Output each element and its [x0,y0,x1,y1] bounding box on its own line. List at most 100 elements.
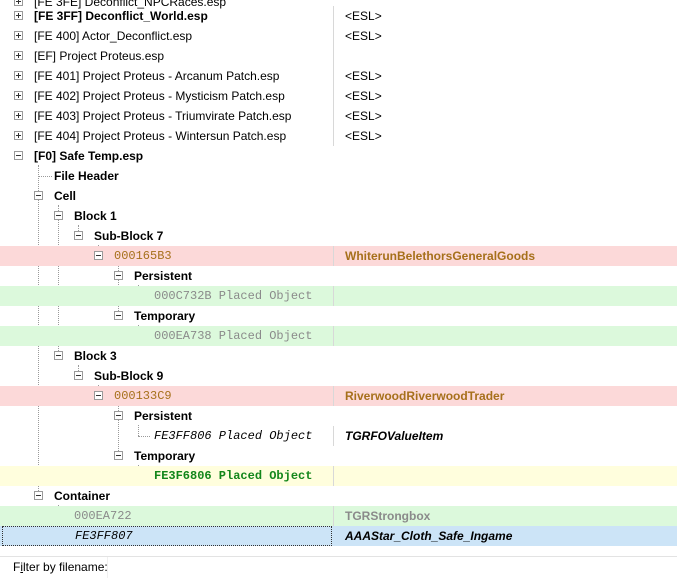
node-label: Temporary [134,309,196,323]
column-divider [333,26,334,46]
column-divider [333,326,334,346]
node-label: File Header [54,169,119,183]
form-id: 000EA722 [74,509,132,523]
filter-label-text: lter by filename: [23,560,108,574]
editor-id: TGRFOValueItem [345,429,444,443]
filter-label: Filter by filename: [13,557,108,578]
column-divider [333,386,334,406]
column-divider [333,506,334,526]
column-divider [333,466,334,486]
filter-bar: Filter by filename: [0,556,677,578]
tree-row-selected[interactable]: FE3FF807 AAAStar_Cloth_Safe_Ingame [0,526,677,546]
collapse-icon[interactable] [114,411,123,420]
editor-id: TGRStrongbox [345,509,431,523]
form-id: 000133C9 [114,389,172,403]
tree-row-plugin[interactable]: [FE 403] Project Proteus - Triumvirate P… [0,106,677,126]
tree-row-record[interactable]: FE3F6806 Placed Object [0,466,677,486]
column-divider [333,126,334,146]
tree-row-block[interactable]: Block 1 [0,206,677,226]
form-id: 000165B3 [114,249,172,263]
expand-icon[interactable] [14,51,23,60]
filter-input[interactable] [107,557,677,578]
expand-icon[interactable] [14,111,23,120]
column-divider [333,46,334,66]
expand-icon[interactable] [14,71,23,80]
plugin-name: [FE 404] Project Proteus - Wintersun Pat… [34,129,287,143]
tree-row-record[interactable]: 000C732B Placed Object [0,286,677,306]
tree-row-record[interactable]: FE3FF806 Placed Object TGRFOValueItem [0,426,677,446]
collapse-icon[interactable] [34,491,43,500]
tree-row-group[interactable]: Temporary [0,446,677,466]
record-label: FE3FF806 Placed Object [154,429,313,443]
editor-id: RiverwoodRiverwoodTrader [345,389,505,403]
collapse-icon[interactable] [54,211,63,220]
expand-icon[interactable] [14,91,23,100]
expand-icon[interactable] [14,131,23,140]
tree-row-plugin[interactable]: [FE 400] Actor_Deconflict.esp <ESL> [0,26,677,46]
record-tree[interactable]: [FE 3FE] Deconflict_NPCRaces.esp [FE 3FF… [0,0,677,550]
record-label: 000C732B Placed Object [154,289,313,303]
tree-row-record[interactable]: 000EA722 TGRStrongbox [0,506,677,526]
plugin-flag: <ESL> [345,129,382,143]
form-id: FE3FF807 [2,526,332,546]
node-label: Block 3 [74,349,117,363]
record-label: 000EA738 Placed Object [154,329,313,343]
node-label: Sub-Block 7 [94,229,164,243]
collapse-icon[interactable] [114,451,123,460]
expand-icon[interactable] [14,31,23,40]
collapse-icon[interactable] [114,311,123,320]
editor-id: WhiterunBelethorsGeneralGoods [345,249,536,263]
column-divider [333,86,334,106]
record-label: FE3F6806 Placed Object [154,469,313,483]
editor-id: AAAStar_Cloth_Safe_Ingame [345,529,513,543]
tree-row-file-header[interactable]: File Header [0,166,677,186]
node-label: Container [54,489,111,503]
node-label: Block 1 [74,209,117,223]
tree-row-group[interactable]: Container [0,486,677,506]
tree-row-plugin[interactable]: [FE 3FF] Deconflict_World.esp <ESL> [0,6,677,26]
plugin-flag: <ESL> [345,109,382,123]
plugin-name: [FE 400] Actor_Deconflict.esp [34,29,193,43]
column-divider [333,426,334,446]
tree-row-record[interactable]: 000EA738 Placed Object [0,326,677,346]
plugin-flag: <ESL> [345,29,382,43]
plugin-flag: <ESL> [345,89,382,103]
collapse-icon[interactable] [94,391,103,400]
collapse-icon[interactable] [14,151,23,160]
tree-row-plugin[interactable]: [F0] Safe Temp.esp [0,146,677,166]
tree-row-group[interactable]: Persistent [0,266,677,286]
collapse-icon[interactable] [74,371,83,380]
plugin-name: [FE 401] Project Proteus - Arcanum Patch… [34,69,280,83]
collapse-icon[interactable] [74,231,83,240]
tree-row-group[interactable]: Temporary [0,306,677,326]
node-label: Cell [54,189,77,203]
tree-row-cell-record[interactable]: 000133C9 RiverwoodRiverwoodTrader [0,386,677,406]
column-divider [333,6,334,26]
tree-row-plugin[interactable]: [FE 402] Project Proteus - Mysticism Pat… [0,86,677,106]
tree-row-block[interactable]: Block 3 [0,346,677,366]
tree-row-group[interactable]: Cell [0,186,677,206]
tree-row-cell-record[interactable]: 000165B3 WhiterunBelethorsGeneralGoods [0,246,677,266]
tree-row-group[interactable]: Persistent [0,406,677,426]
collapse-icon[interactable] [94,251,103,260]
node-label: Persistent [134,269,193,283]
collapse-icon[interactable] [34,191,43,200]
tree-row-plugin[interactable]: [EF] Project Proteus.esp [0,46,677,66]
node-label: Temporary [134,449,196,463]
tree-row-plugin[interactable]: [FE 404] Project Proteus - Wintersun Pat… [0,126,677,146]
node-label: Persistent [134,409,193,423]
column-divider [333,66,334,86]
plugin-name: [F0] Safe Temp.esp [34,149,144,163]
collapse-icon[interactable] [54,351,63,360]
plugin-name: [FE 403] Project Proteus - Triumvirate P… [34,109,292,123]
plugin-flag: <ESL> [345,9,382,23]
plugin-flag: <ESL> [345,69,382,83]
tree-row-plugin[interactable]: [FE 401] Project Proteus - Arcanum Patch… [0,66,677,86]
tree-row-subblock[interactable]: Sub-Block 7 [0,226,677,246]
tree-row-subblock[interactable]: Sub-Block 9 [0,366,677,386]
column-divider [333,246,334,266]
collapse-icon[interactable] [114,271,123,280]
plugin-name: [EF] Project Proteus.esp [34,49,165,63]
expand-icon[interactable] [14,11,23,20]
column-divider [333,286,334,306]
